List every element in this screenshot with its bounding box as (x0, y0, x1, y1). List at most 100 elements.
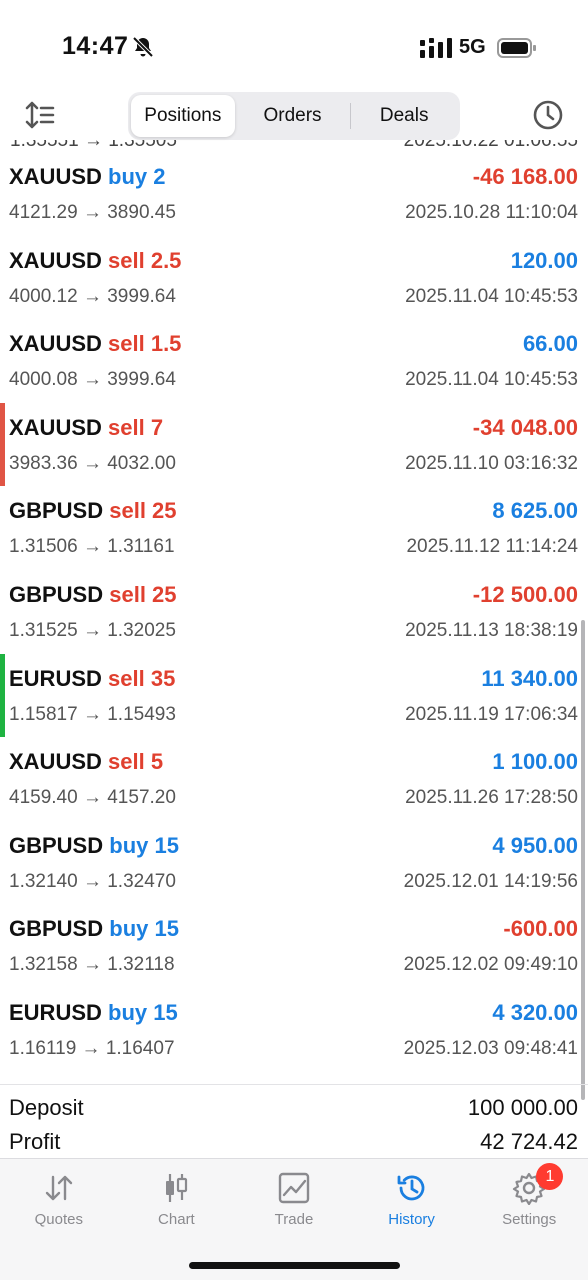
deposit-value: 100 000.00 (467, 1095, 578, 1120)
candlestick-icon (166, 1174, 188, 1202)
deal-prices: 1.16119 → 1.16407 (9, 1038, 175, 1059)
tab-label: Trade (274, 1211, 314, 1228)
deal-symbol: GBPUSD (9, 582, 104, 607)
deal-profit: 11 340.00 (481, 665, 578, 691)
segmented-control: Positions Orders Deals (128, 92, 460, 140)
deal-title: GBPUSD buy 15 (9, 916, 179, 942)
profit-value: 42 724.42 (480, 1129, 578, 1154)
tab-label: Quotes (34, 1211, 83, 1228)
deal-profit: 120.00 (510, 247, 578, 273)
deal-side: buy 15 (109, 832, 179, 858)
sort-icon[interactable] (24, 100, 56, 130)
screen: 14:47 5G Positions Orders Deals 1.35551 … (0, 0, 588, 1280)
deal-title: XAUUSD sell 7 (9, 415, 163, 441)
deal-time: 2025.11.12 11:14:24 (406, 536, 578, 558)
deal-time: 2025.12.01 14:19:56 (403, 870, 578, 892)
deal-row[interactable]: GBPUSD buy 15 1.32158 → 1.32118 -600.00 202… (0, 904, 588, 988)
deal-row[interactable]: EURUSD buy 15 1.16119 → 1.16407 4 320.00 20… (0, 988, 588, 1072)
deal-symbol: XAUUSD (9, 331, 102, 357)
deal-profit: 1 100.00 (492, 749, 578, 775)
deal-side: buy 15 (108, 1000, 178, 1025)
deal-row[interactable]: XAUUSD sell 2.5 4000.12 → 3999.64 120.00 20… (0, 236, 588, 320)
deal-prices: 1.15817 → 1.15493 (9, 703, 176, 725)
status-time: 14:47 (62, 32, 129, 60)
profit-label: Profit (9, 1129, 61, 1154)
tab-history[interactable]: History (353, 1159, 471, 1239)
deal-symbol: XAUUSD (9, 414, 102, 440)
deal-side: sell 1.5 (108, 331, 182, 357)
deal-title: XAUUSD sell 2.5 (9, 248, 181, 274)
tab-label: Chart (158, 1211, 195, 1228)
tab-label: History (388, 1211, 435, 1228)
deal-side: sell 5 (108, 749, 164, 775)
deal-profit: 66.00 (522, 331, 578, 357)
deal-symbol: XAUUSD (9, 247, 102, 273)
deal-prices: 4121.29 → 3890.45 (9, 202, 176, 223)
deal-prices: 1.31525 → 1.32025 (9, 620, 176, 641)
row-marker (0, 653, 5, 737)
deal-symbol: EURUSD (9, 665, 102, 691)
tab-label: Settings (502, 1211, 557, 1228)
profit-row: Profit 42 724.42 (0, 1129, 588, 1161)
deal-prices: 4000.08 → 3999.64 (9, 369, 176, 391)
deposit-label: Deposit (9, 1095, 84, 1120)
deal-title: GBPUSD buy 15 (9, 833, 179, 859)
tab-deals[interactable]: Deals (351, 95, 457, 137)
trade-chart-icon (278, 1172, 310, 1204)
deal-time: 2025.11.04 10:45:53 (405, 369, 578, 391)
deal-prices: 1.32158 → 1.32118 (9, 954, 175, 976)
deals-list[interactable]: 1.35551 → 1.35505 2025.10.22 01:06:55 XA… (0, 140, 588, 1084)
deal-row[interactable]: XAUUSD sell 5 4159.40 → 4157.20 1 100.00 20… (0, 737, 588, 821)
list-item-partial: 1.35551 → 1.35505 2025.10.22 01:06:55 (0, 140, 588, 152)
status-bar: 14:47 5G (0, 0, 588, 90)
deal-profit: 4 950.00 (492, 832, 578, 858)
deal-symbol: GBPUSD (9, 916, 104, 942)
deal-row[interactable]: GBPUSD sell 25 1.31506 → 1.31161 8 625.00 2… (0, 486, 588, 570)
history-clock-icon (397, 1175, 424, 1201)
deal-prices: 4159.40 → 4157.20 (9, 787, 176, 809)
deal-time: 2025.10.22 01:06:55 (403, 140, 578, 151)
deal-symbol: XAUUSD (9, 164, 102, 189)
deal-row[interactable]: XAUUSD buy 2 4121.29 → 3890.45 -46 168.00 2… (0, 152, 588, 236)
deal-row[interactable]: XAUUSD sell 1.5 4000.08 → 3999.64 66.00 202… (0, 319, 588, 403)
top-nav: Positions Orders Deals (0, 90, 588, 140)
deal-title: GBPUSD sell 25 (9, 582, 177, 608)
deal-side: sell 25 (109, 582, 177, 607)
deal-side: buy 15 (109, 916, 179, 942)
deal-side: buy 2 (108, 164, 166, 189)
deal-prices: 1.35551 → 1.35505 (10, 140, 177, 151)
tab-positions[interactable]: Positions (131, 95, 235, 137)
tab-trade[interactable]: Trade (235, 1159, 353, 1239)
tab-chart[interactable]: Chart (118, 1159, 236, 1239)
quotes-arrows-icon (45, 1175, 72, 1201)
tab-orders[interactable]: Orders (235, 95, 351, 137)
home-indicator[interactable] (189, 1262, 400, 1269)
battery-icon (497, 38, 536, 58)
deal-symbol: EURUSD (9, 1000, 102, 1025)
deal-profit: -46 168.00 (472, 164, 578, 189)
deal-side: sell 25 (109, 498, 177, 524)
deal-time: 2025.12.02 09:49:10 (403, 954, 578, 976)
deal-title: GBPUSD sell 25 (9, 498, 177, 524)
summary: Deposit 100 000.00 Profit 42 724.42 (0, 1084, 588, 1158)
deal-row[interactable]: XAUUSD sell 7 3983.36 → 4032.00 -34 048.00… (0, 402, 588, 487)
deal-prices: 1.32140 → 1.32470 (9, 870, 176, 892)
deal-time: 2025.11.10 03:16:32 (405, 452, 578, 474)
deal-title: EURUSD buy 15 (9, 1000, 178, 1026)
deal-side: sell 35 (108, 665, 176, 691)
deal-row[interactable]: GBPUSD sell 25 1.31525 → 1.32025 -12 500.0… (0, 570, 588, 654)
deal-row[interactable]: EURUSD sell 35 1.15817 → 1.15493 11 340.00… (0, 653, 588, 738)
deal-row[interactable]: GBPUSD buy 15 1.32140 → 1.32470 4 950.00 20… (0, 821, 588, 905)
signal-icon (420, 38, 452, 58)
deal-prices: 3983.36 → 4032.00 (9, 452, 176, 474)
scrollbar[interactable] (581, 620, 585, 1100)
tab-settings[interactable]: 1 Settings (470, 1159, 588, 1239)
deal-time: 2025.11.19 17:06:34 (405, 703, 578, 725)
clock-icon[interactable] (532, 99, 564, 131)
tab-quotes[interactable]: Quotes (0, 1159, 118, 1239)
deal-profit: -34 048.00 (472, 414, 578, 440)
deal-time: 2025.11.26 17:28:50 (405, 787, 578, 809)
deal-time: 2025.11.04 10:45:53 (405, 285, 578, 307)
deal-title: XAUUSD sell 1.5 (9, 331, 181, 357)
row-marker (0, 402, 5, 486)
